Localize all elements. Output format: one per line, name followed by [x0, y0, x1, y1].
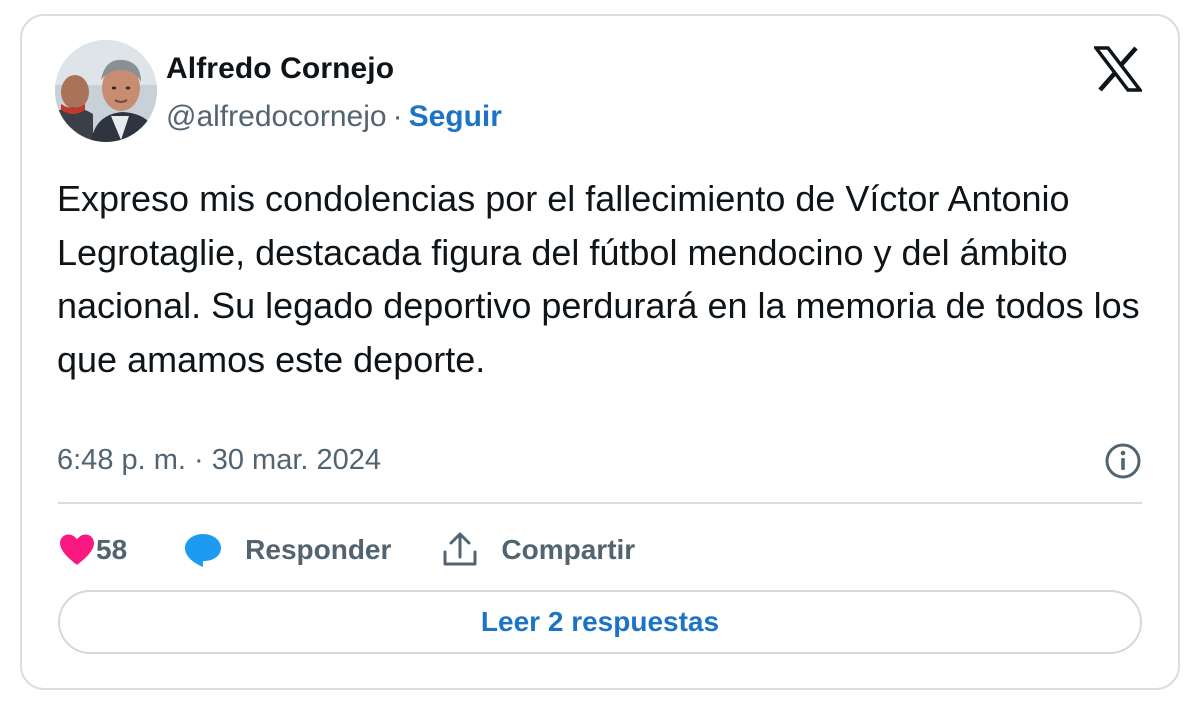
share-button[interactable]: Compartir: [441, 532, 635, 568]
author-handle[interactable]: @alfredocornejo: [166, 100, 387, 133]
follow-button[interactable]: Seguir: [409, 100, 502, 133]
like-button[interactable]: 58: [58, 533, 127, 567]
share-upload-icon: [443, 532, 477, 566]
author-name[interactable]: Alfredo Cornejo: [166, 52, 394, 86]
avatar-photo: [55, 40, 157, 142]
divider: [58, 502, 1142, 504]
tweet-card: Alfredo Cornejo @alfredocornejo · Seguir E…: [20, 14, 1180, 690]
like-count: 58: [96, 534, 128, 565]
author-handle-row: @alfredocornejo · Seguir: [166, 100, 502, 134]
speech-bubble-icon: [185, 534, 222, 567]
share-label: Compartir: [501, 534, 636, 565]
tweet-actions: 58 Responder Compartir: [58, 528, 635, 572]
heart-icon: [60, 534, 94, 565]
read-replies-button[interactable]: Leer 2 respuestas: [58, 590, 1142, 654]
reply-button[interactable]: Responder: [183, 532, 391, 568]
tweet-text: Expreso mis condolencias por el fallecim…: [57, 178, 1140, 380]
x-logo-icon[interactable]: [1094, 46, 1142, 92]
avatar[interactable]: [55, 40, 157, 142]
handle-separator: ·: [392, 100, 403, 133]
tweet-timestamp[interactable]: 6:48 p. m. · 30 mar. 2024: [57, 444, 381, 477]
reply-label: Responder: [245, 534, 392, 565]
info-icon[interactable]: [1104, 442, 1142, 480]
